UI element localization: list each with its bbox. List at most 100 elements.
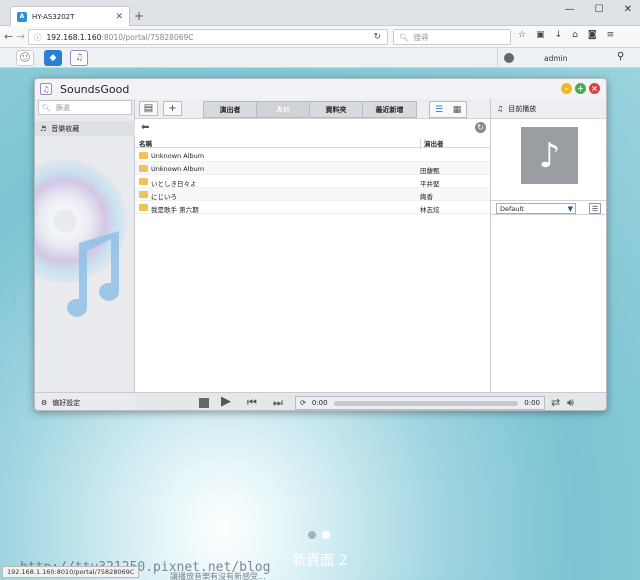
url-host: 192.168.1.160 bbox=[46, 32, 102, 42]
now-playing-icon: ♫ bbox=[497, 104, 504, 113]
address-bar[interactable]: ⓘ 192.168.1.160:8010/portal/75828069C ↻ bbox=[28, 29, 388, 45]
sidebar-item-label: 音樂收藏 bbox=[51, 124, 80, 133]
preferences-button[interactable]: ⚙ 偏好設定 bbox=[35, 392, 135, 410]
user-icon bbox=[504, 53, 514, 63]
total-time: 0:00 bbox=[524, 399, 540, 407]
new-tab-button[interactable]: + bbox=[134, 9, 144, 23]
page-dot[interactable] bbox=[308, 531, 316, 539]
list-item[interactable]: Unknown Album bbox=[135, 149, 490, 162]
soundsgood-window: ♫ SoundsGood – + × 🔍︎ 篩選 ♬ 音樂收藏 ⚙ 偏好設定 ▤… bbox=[34, 78, 607, 411]
browser-tabbar: A HY-AS3202T ✕ + — ☐ ✕ bbox=[0, 0, 640, 26]
progress-track[interactable] bbox=[333, 400, 519, 406]
list-item[interactable]: にじいろ 絢香 bbox=[135, 188, 490, 201]
maximize-icon[interactable]: ☐ bbox=[595, 4, 604, 15]
album-name: 我是歌手 第六期 bbox=[151, 206, 199, 214]
app-titlebar[interactable]: ♫ SoundsGood – + × bbox=[35, 79, 606, 99]
playlist-manage-icon[interactable]: ☰ bbox=[589, 203, 601, 214]
album-art-placeholder-icon: ♪ bbox=[521, 127, 578, 184]
tab-recently-added[interactable]: 最近新增 bbox=[363, 102, 416, 117]
tab-title: HY-AS3202T bbox=[32, 12, 75, 21]
close-icon[interactable]: ✕ bbox=[115, 12, 123, 22]
download-icon[interactable]: ↓ bbox=[555, 30, 563, 40]
sidebar-artwork bbox=[35, 139, 135, 364]
album-artist: 林志炫 bbox=[420, 206, 440, 214]
list-view-icon[interactable]: ☰ bbox=[430, 102, 448, 117]
portal-home-icon[interactable]: 🙂︎ bbox=[16, 50, 34, 66]
tab-artists[interactable]: 演出者 bbox=[204, 102, 257, 117]
album-name: Unknown Album bbox=[151, 165, 205, 173]
next-icon[interactable]: ⏭ bbox=[273, 397, 283, 409]
portal-app-store-icon[interactable]: ◆ bbox=[44, 50, 62, 66]
folder-icon bbox=[139, 204, 148, 211]
content-toolbar: ▤ + 演出者 專輯 資料夾 最近新增 ☰ ▦ bbox=[135, 99, 490, 119]
player-controls: ▶ ⏮ ⏭ ⟳ 0:00 0:00 ⇄ 🔊︎ bbox=[135, 392, 606, 410]
back-icon[interactable]: ← bbox=[4, 30, 13, 43]
view-mode-toggle: ☰ ▦ bbox=[429, 101, 467, 118]
bookmark-star-icon[interactable]: ☆ bbox=[518, 30, 526, 40]
page-dot-active[interactable] bbox=[322, 531, 330, 539]
stop-icon[interactable] bbox=[199, 398, 209, 408]
app-maximize-button[interactable]: + bbox=[575, 83, 586, 94]
pocket-icon[interactable]: ◙ bbox=[588, 30, 597, 40]
repeat-icon[interactable]: ⟳ bbox=[300, 399, 306, 407]
playlist-icon[interactable]: ▤ bbox=[139, 101, 158, 116]
soundsgood-logo-icon: ♫ bbox=[40, 83, 52, 95]
browser-status-bar: 192.168.1.160:8010/portal/75828069C bbox=[2, 566, 140, 578]
soundsgood-taskbar-icon[interactable]: ♫ bbox=[70, 50, 88, 66]
shuffle-icon[interactable]: ⇄ bbox=[551, 397, 560, 409]
search-icon: 🔍︎ bbox=[42, 103, 51, 112]
filter-input[interactable]: 🔍︎ 篩選 bbox=[38, 100, 132, 115]
list-item[interactable]: 我是歌手 第六期 林志炫 bbox=[135, 201, 490, 214]
username: admin bbox=[544, 53, 568, 63]
album-artist: 平井堅 bbox=[420, 180, 440, 188]
volume-icon[interactable]: 🔊︎ bbox=[567, 397, 574, 409]
browser-navbar: ← → ⓘ 192.168.1.160:8010/portal/75828069… bbox=[0, 26, 640, 48]
play-icon[interactable]: ▶ bbox=[221, 395, 231, 408]
portal-desktop: ‹ ♫ SoundsGood – + × 🔍︎ 篩選 ♬ 音樂收藏 ⚙ 偏好設定… bbox=[0, 68, 640, 580]
sidebar-item-music-collection[interactable]: ♬ 音樂收藏 bbox=[35, 121, 135, 136]
back-arrow-icon[interactable]: ⬅ bbox=[141, 122, 149, 133]
browser-search-input[interactable]: 🔍︎ 搜尋 bbox=[393, 29, 511, 45]
add-icon[interactable]: + bbox=[163, 101, 182, 116]
content-pane: ▤ + 演出者 專輯 資料夾 最近新增 ☰ ▦ ⬅ ↻ 名稱 演出者 Unkno… bbox=[135, 99, 490, 392]
folder-icon bbox=[139, 165, 148, 172]
prev-page-icon[interactable]: ‹ bbox=[10, 288, 17, 309]
list-item[interactable]: いとしき日々よ 平井堅 bbox=[135, 175, 490, 188]
info-icon[interactable]: ⓘ bbox=[34, 32, 42, 43]
portal-toolbar: 🙂︎ ◆ ♫ admin ⚲ bbox=[0, 48, 640, 68]
home-icon[interactable]: ⌂ bbox=[572, 30, 578, 40]
cd-music-artwork bbox=[35, 159, 127, 317]
album-name: にじいろ bbox=[151, 193, 177, 201]
playlist-select[interactable]: Default ▼ bbox=[496, 203, 576, 214]
browser-toolbar-icons: ☆ ▣ ↓ ⌂ ◙ ≡ bbox=[518, 30, 614, 40]
reload-icon[interactable]: ↻ bbox=[373, 32, 381, 42]
left-sidebar: 🔍︎ 篩選 ♬ 音樂收藏 ⚙ 偏好設定 bbox=[35, 99, 135, 410]
grid-view-icon[interactable]: ▦ bbox=[448, 102, 466, 117]
search-placeholder: 搜尋 bbox=[413, 32, 429, 42]
playlist-select-row: Default ▼ ☰ bbox=[491, 200, 606, 215]
tab-folders[interactable]: 資料夾 bbox=[310, 102, 363, 117]
music-collection-icon: ♬ bbox=[40, 124, 47, 133]
browser-tab[interactable]: A HY-AS3202T ✕ bbox=[10, 6, 130, 26]
list-item[interactable]: Unknown Album 田馥甄 bbox=[135, 162, 490, 175]
app-close-button[interactable]: × bbox=[589, 83, 600, 94]
app-minimize-button[interactable]: – bbox=[561, 83, 572, 94]
column-header-name[interactable]: 名稱 bbox=[139, 138, 152, 148]
close-window-icon[interactable]: ✕ bbox=[624, 4, 632, 15]
menu-icon[interactable]: ≡ bbox=[607, 30, 615, 40]
tab-albums[interactable]: 專輯 bbox=[257, 102, 310, 117]
clipboard-icon[interactable]: ▣ bbox=[536, 30, 545, 40]
user-area[interactable]: admin bbox=[497, 48, 617, 68]
folder-icon bbox=[139, 178, 148, 185]
portal-search-icon[interactable]: ⚲ bbox=[617, 51, 624, 62]
folder-icon bbox=[139, 152, 148, 159]
site-favicon-icon: A bbox=[17, 11, 27, 22]
now-playing-pane: ♫ 目前播放 ♪ Default ▼ ☰ bbox=[490, 99, 606, 392]
playlist-select-value: Default bbox=[500, 205, 524, 213]
now-playing-header: ♫ 目前播放 bbox=[491, 99, 606, 119]
forward-icon[interactable]: → bbox=[16, 30, 25, 43]
minimize-icon[interactable]: — bbox=[565, 4, 575, 15]
previous-icon[interactable]: ⏮ bbox=[247, 397, 257, 409]
chevron-down-icon: ▼ bbox=[567, 205, 573, 213]
refresh-icon[interactable]: ↻ bbox=[475, 122, 486, 133]
